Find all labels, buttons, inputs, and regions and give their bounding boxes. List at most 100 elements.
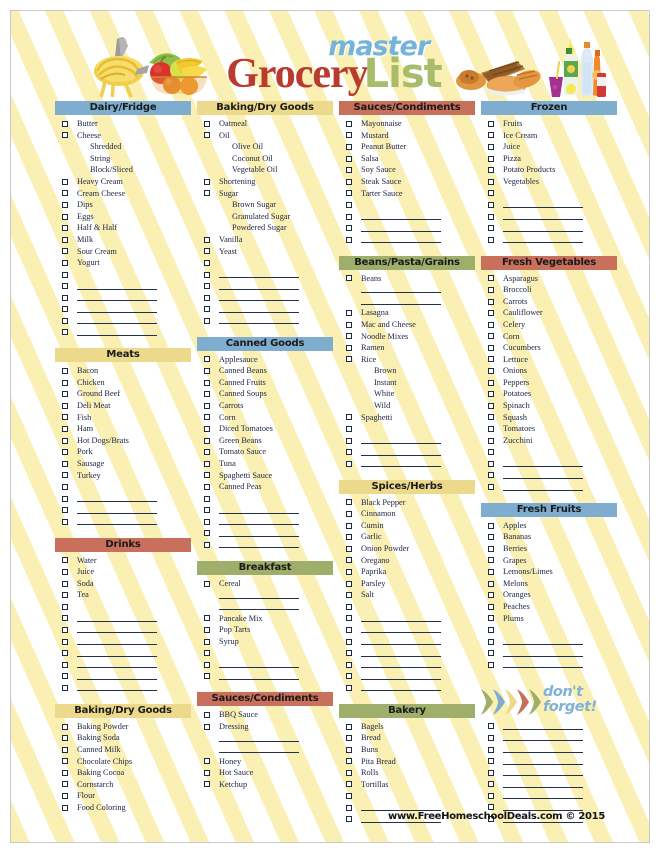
list-item[interactable] <box>339 671 475 683</box>
list-item[interactable]: BBQ Sauce <box>197 709 333 721</box>
list-item[interactable]: Coconut Oil <box>197 153 333 165</box>
list-item[interactable]: Instant <box>339 377 475 389</box>
checkbox-icon[interactable] <box>204 120 210 127</box>
checkbox-icon[interactable] <box>62 735 68 742</box>
list-item[interactable]: Corn <box>197 412 333 424</box>
checkbox-icon[interactable] <box>488 449 494 456</box>
list-item[interactable] <box>481 481 617 493</box>
checkbox-icon[interactable] <box>488 650 494 657</box>
checkbox-icon[interactable] <box>204 379 210 386</box>
checkbox-icon[interactable] <box>204 132 210 139</box>
list-item[interactable] <box>339 211 475 223</box>
checkbox-icon[interactable] <box>62 518 68 525</box>
write-in-line[interactable] <box>503 201 583 209</box>
list-item[interactable] <box>339 636 475 648</box>
write-in-line[interactable] <box>503 638 583 646</box>
checkbox-icon[interactable] <box>488 379 494 386</box>
checkbox-icon[interactable] <box>346 626 352 633</box>
list-item[interactable]: Fruits <box>481 118 617 130</box>
write-in-line[interactable] <box>503 769 583 777</box>
checkbox-icon[interactable] <box>62 379 68 386</box>
list-item[interactable]: Turkey <box>55 470 191 482</box>
write-in-line[interactable] <box>503 213 583 221</box>
checkbox-icon[interactable] <box>204 259 210 266</box>
checkbox-icon[interactable] <box>62 294 68 301</box>
list-item[interactable]: Butter <box>55 118 191 130</box>
list-item[interactable]: Juice <box>55 566 191 578</box>
checkbox-icon[interactable] <box>62 248 68 255</box>
checkbox-icon[interactable] <box>204 781 210 788</box>
list-item[interactable]: Bacon <box>55 365 191 377</box>
checkbox-icon[interactable] <box>204 758 210 765</box>
checkbox-icon[interactable] <box>346 781 352 788</box>
list-item[interactable] <box>55 481 191 493</box>
checkbox-icon[interactable] <box>62 684 68 691</box>
list-item[interactable]: Parsley <box>339 578 475 590</box>
list-item[interactable]: Pancake Mix <box>197 613 333 625</box>
write-in-line[interactable] <box>361 460 441 468</box>
write-in-line[interactable] <box>361 615 441 622</box>
list-item[interactable]: Salsa <box>339 153 475 165</box>
checkbox-icon[interactable] <box>62 283 68 290</box>
list-item[interactable]: Hot Dogs/Brats <box>55 435 191 447</box>
list-item[interactable]: Tea <box>55 589 191 601</box>
list-item[interactable] <box>197 732 333 744</box>
checkbox-icon[interactable] <box>488 213 494 220</box>
checkbox-icon[interactable] <box>204 391 210 398</box>
write-in-line[interactable] <box>219 746 299 754</box>
write-in-line[interactable] <box>77 306 157 313</box>
checkbox-icon[interactable] <box>346 143 352 150</box>
checkbox-icon[interactable] <box>62 484 68 491</box>
list-item[interactable]: Soda <box>55 578 191 590</box>
checkbox-icon[interactable] <box>346 816 352 823</box>
checkbox-icon[interactable] <box>62 178 68 185</box>
list-item[interactable]: Steak Sauce <box>339 176 475 188</box>
write-in-line[interactable] <box>503 746 583 754</box>
list-item[interactable]: Onions <box>481 365 617 377</box>
checkbox-icon[interactable] <box>488 522 494 529</box>
write-in-line[interactable] <box>219 507 299 514</box>
list-item[interactable]: Buns <box>339 744 475 756</box>
list-item[interactable] <box>55 636 191 648</box>
checkbox-icon[interactable] <box>204 495 210 502</box>
list-item[interactable]: Chocolate Chips <box>55 756 191 768</box>
checkbox-icon[interactable] <box>346 684 352 691</box>
checkbox-icon[interactable] <box>204 711 210 718</box>
list-item[interactable] <box>339 284 475 296</box>
list-item[interactable]: Honey <box>197 756 333 768</box>
checkbox-icon[interactable] <box>346 499 352 506</box>
checkbox-icon[interactable] <box>488 557 494 564</box>
checkbox-icon[interactable] <box>62 225 68 232</box>
list-item[interactable] <box>481 790 617 802</box>
write-in-line[interactable] <box>77 638 157 646</box>
list-item[interactable] <box>339 613 475 625</box>
list-item[interactable]: Sausage <box>55 458 191 470</box>
list-item[interactable]: Carrots <box>481 296 617 308</box>
list-item[interactable]: Olive Oil <box>197 141 333 153</box>
list-item[interactable]: Cumin <box>339 520 475 532</box>
list-item[interactable] <box>339 790 475 802</box>
list-item[interactable] <box>481 222 617 234</box>
list-item[interactable] <box>481 636 617 648</box>
list-item[interactable] <box>339 296 475 308</box>
list-item[interactable]: Heavy Cream <box>55 176 191 188</box>
list-item[interactable]: Onion Powder <box>339 543 475 555</box>
checkbox-icon[interactable] <box>204 518 210 525</box>
list-item[interactable]: Cream Cheese <box>55 188 191 200</box>
list-item[interactable]: Plums <box>481 613 617 625</box>
list-item[interactable]: Yeast <box>197 246 333 258</box>
list-item[interactable]: Soy Sauce <box>339 164 475 176</box>
list-item[interactable] <box>197 493 333 505</box>
list-item[interactable]: Chicken <box>55 377 191 389</box>
write-in-line[interactable] <box>503 650 583 657</box>
checkbox-icon[interactable] <box>204 368 210 375</box>
write-in-line[interactable] <box>77 294 157 302</box>
write-in-line[interactable] <box>219 592 299 599</box>
checkbox-icon[interactable] <box>346 746 352 753</box>
checkbox-icon[interactable] <box>488 545 494 552</box>
write-in-line[interactable] <box>361 626 441 634</box>
checkbox-icon[interactable] <box>204 236 210 243</box>
list-item[interactable]: Granulated Sugar <box>197 211 333 223</box>
checkbox-icon[interactable] <box>346 275 352 282</box>
write-in-line[interactable] <box>219 518 299 526</box>
